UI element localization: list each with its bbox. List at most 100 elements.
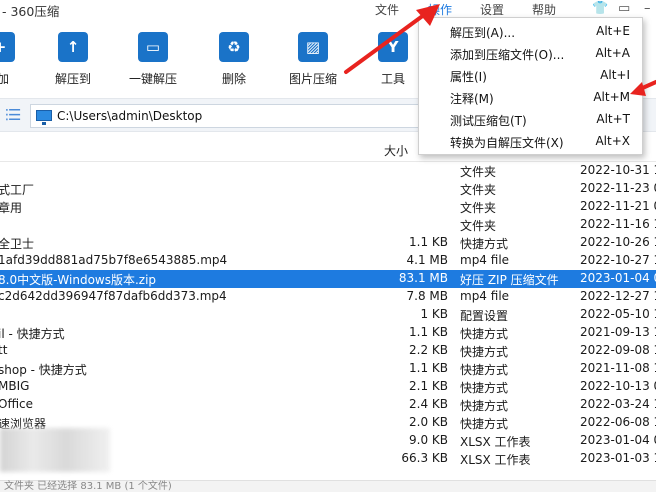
file-date: 2022-09-08 1 <box>580 343 656 357</box>
file-name: 1afd39dd881ad75b7f8e6543885.mp4 <box>0 253 228 267</box>
address-path: C:\Users\admin\Desktop <box>57 109 203 123</box>
file-date: 2023-01-04 0 <box>580 433 656 447</box>
file-type: 配置设置 <box>460 309 509 323</box>
image-compress-button[interactable]: ▨ 图片压缩 <box>278 32 348 87</box>
menu-extract-to[interactable]: 解压到(A)... Alt+E <box>419 21 642 43</box>
file-type: 快捷方式 <box>460 381 509 395</box>
file-name: 8.0中文版-Windows版本.zip <box>0 273 157 287</box>
file-name: tt <box>0 343 8 357</box>
file-date: 2022-11-16 1 <box>580 217 656 231</box>
file-date: 2022-10-27 1 <box>580 253 656 267</box>
file-row[interactable]: tt 2.2 KB 快捷方式 2022-09-08 1 <box>0 342 656 360</box>
menu-label: 转换为自解压文件(X) <box>450 136 564 150</box>
delete-label: 删除 <box>221 72 246 86</box>
file-row[interactable]: 8.0中文版-Windows版本.zip 83.1 MB 好压 ZIP 压缩文件 20… <box>0 270 656 288</box>
file-type: 好压 ZIP 压缩文件 <box>460 273 559 287</box>
file-type: mp4 file <box>460 253 510 267</box>
file-size: 83.1 MB <box>398 271 448 285</box>
menu-test-archive[interactable]: 测试压缩包(T) Alt+T <box>419 109 642 131</box>
menu-label: 解压到(A)... <box>450 26 516 40</box>
menu-shortcut: Alt+A <box>595 46 630 60</box>
menu-shortcut: Alt+E <box>596 24 630 38</box>
file-size: 4.1 MB <box>406 253 448 267</box>
file-size: 1.1 KB <box>409 361 448 375</box>
address-input[interactable]: C:\Users\admin\Desktop <box>30 104 430 128</box>
menu-label: 注释(M) <box>450 92 494 106</box>
file-type: 快捷方式 <box>460 345 509 359</box>
file-row[interactable]: c2d642dd396947f87dafb6dd373.mp4 7.8 MB mp4… <box>0 288 656 306</box>
file-row[interactable]: 1afd39dd881ad75b7f8e6543885.mp4 4.1 MB mp4… <box>0 252 656 270</box>
file-date: 2022-10-13 0 <box>580 379 656 393</box>
file-name: Office <box>0 397 34 411</box>
file-date: 2021-09-13 1 <box>580 325 656 339</box>
file-row[interactable]: 式工厂 文件夹 2022-11-23 0 <box>0 180 656 198</box>
file-date: 2022-11-21 0 <box>580 199 656 213</box>
file-name: 章用 <box>0 201 23 215</box>
file-name: il - 快捷方式 <box>0 327 65 341</box>
column-size[interactable]: 大小 <box>384 142 408 159</box>
file-type: 快捷方式 <box>460 327 509 341</box>
file-size: 2.4 KB <box>409 397 448 411</box>
file-type: 快捷方式 <box>460 417 509 431</box>
one-click-extract-label: 一键解压 <box>128 72 177 86</box>
status-bar: 文件夹 已经选择 83.1 MB (1 个文件) <box>0 480 656 492</box>
file-row[interactable]: 1 KB 配置设置 2022-05-10 1 <box>0 306 656 324</box>
file-size: 2.0 KB <box>409 415 448 429</box>
menu-shortcut: Alt+M <box>593 90 630 104</box>
file-row[interactable]: Office 2.4 KB 快捷方式 2022-03-24 1 <box>0 396 656 414</box>
file-date: 2022-10-26 1 <box>580 235 656 249</box>
delete-button[interactable]: ♻ 删除 <box>199 32 269 87</box>
add-button[interactable]: + 加 <box>0 32 35 87</box>
extract-to-button[interactable]: ↑ 解压到 <box>38 32 108 87</box>
file-size: 66.3 KB <box>401 451 448 465</box>
file-date: 2022-11-23 0 <box>580 181 656 195</box>
file-size: 1 KB <box>420 307 448 321</box>
menu-shortcut: Alt+I <box>600 68 630 82</box>
file-type: 文件夹 <box>460 219 497 233</box>
image-compress-icon: ▨ <box>298 32 328 62</box>
file-date: 2023-01-04 0 <box>580 271 656 285</box>
menu-help[interactable]: 帮助 <box>532 1 556 18</box>
extract-to-icon: ↑ <box>58 32 88 62</box>
menu-comment[interactable]: 注释(M) Alt+M <box>419 87 642 109</box>
blurred-region <box>0 428 110 472</box>
add-icon: + <box>0 32 15 62</box>
file-type: 快捷方式 <box>460 363 509 377</box>
file-size: 1.1 KB <box>409 235 448 249</box>
file-type: XLSX 工作表 <box>460 435 531 449</box>
menu-properties[interactable]: 属性(I) Alt+I <box>419 65 642 87</box>
file-row[interactable]: il - 快捷方式 1.1 KB 快捷方式 2021-09-13 1 <box>0 324 656 342</box>
file-type: 文件夹 <box>460 183 497 197</box>
menu-add-to-archive[interactable]: 添加到压缩文件(O)... Alt+A <box>419 43 642 65</box>
file-name: MBIG <box>0 379 30 393</box>
minimize-icon[interactable]: – <box>644 1 651 16</box>
file-row[interactable]: 文件夹 2022-10-31 1 <box>0 162 656 180</box>
file-type: 文件夹 <box>460 165 497 179</box>
menu-label: 添加到压缩文件(O)... <box>450 48 565 62</box>
extract-to-label: 解压到 <box>54 72 91 86</box>
file-row[interactable]: MBIG 2.1 KB 快捷方式 2022-10-13 0 <box>0 378 656 396</box>
skin-shirt-icon[interactable]: 👕 <box>592 1 608 16</box>
file-row[interactable]: shop - 快捷方式 1.1 KB 快捷方式 2021-11-08 1 <box>0 360 656 378</box>
menu-convert-sfx[interactable]: 转换为自解压文件(X) Alt+X <box>419 131 642 153</box>
recycle-icon: ♻ <box>219 32 249 62</box>
red-arrow-menu <box>344 4 440 74</box>
file-date: 2022-05-10 1 <box>580 307 656 321</box>
file-date: 2023-01-03 1 <box>580 451 656 465</box>
file-date: 2022-10-31 1 <box>580 163 656 177</box>
menu-settings[interactable]: 设置 <box>480 1 504 18</box>
file-size: 1.1 KB <box>409 325 448 339</box>
one-click-extract-button[interactable]: ▭ 一键解压 <box>118 32 188 87</box>
file-name: c2d642dd396947f87dafb6dd373.mp4 <box>0 289 227 303</box>
file-name: 全卫士 <box>0 237 35 251</box>
file-name: shop - 快捷方式 <box>0 363 87 377</box>
file-row[interactable]: 文件夹 2022-11-16 1 <box>0 216 656 234</box>
file-size: 2.1 KB <box>409 379 448 393</box>
file-row[interactable]: 全卫士 1.1 KB 快捷方式 2022-10-26 1 <box>0 234 656 252</box>
list-view-icon[interactable]: ☰ <box>8 106 21 124</box>
computer-icon <box>36 110 52 125</box>
file-row[interactable]: 章用 文件夹 2022-11-21 0 <box>0 198 656 216</box>
menu-label: 属性(I) <box>450 70 487 84</box>
message-icon[interactable]: ▭ <box>618 1 630 16</box>
file-type: 快捷方式 <box>460 237 509 251</box>
